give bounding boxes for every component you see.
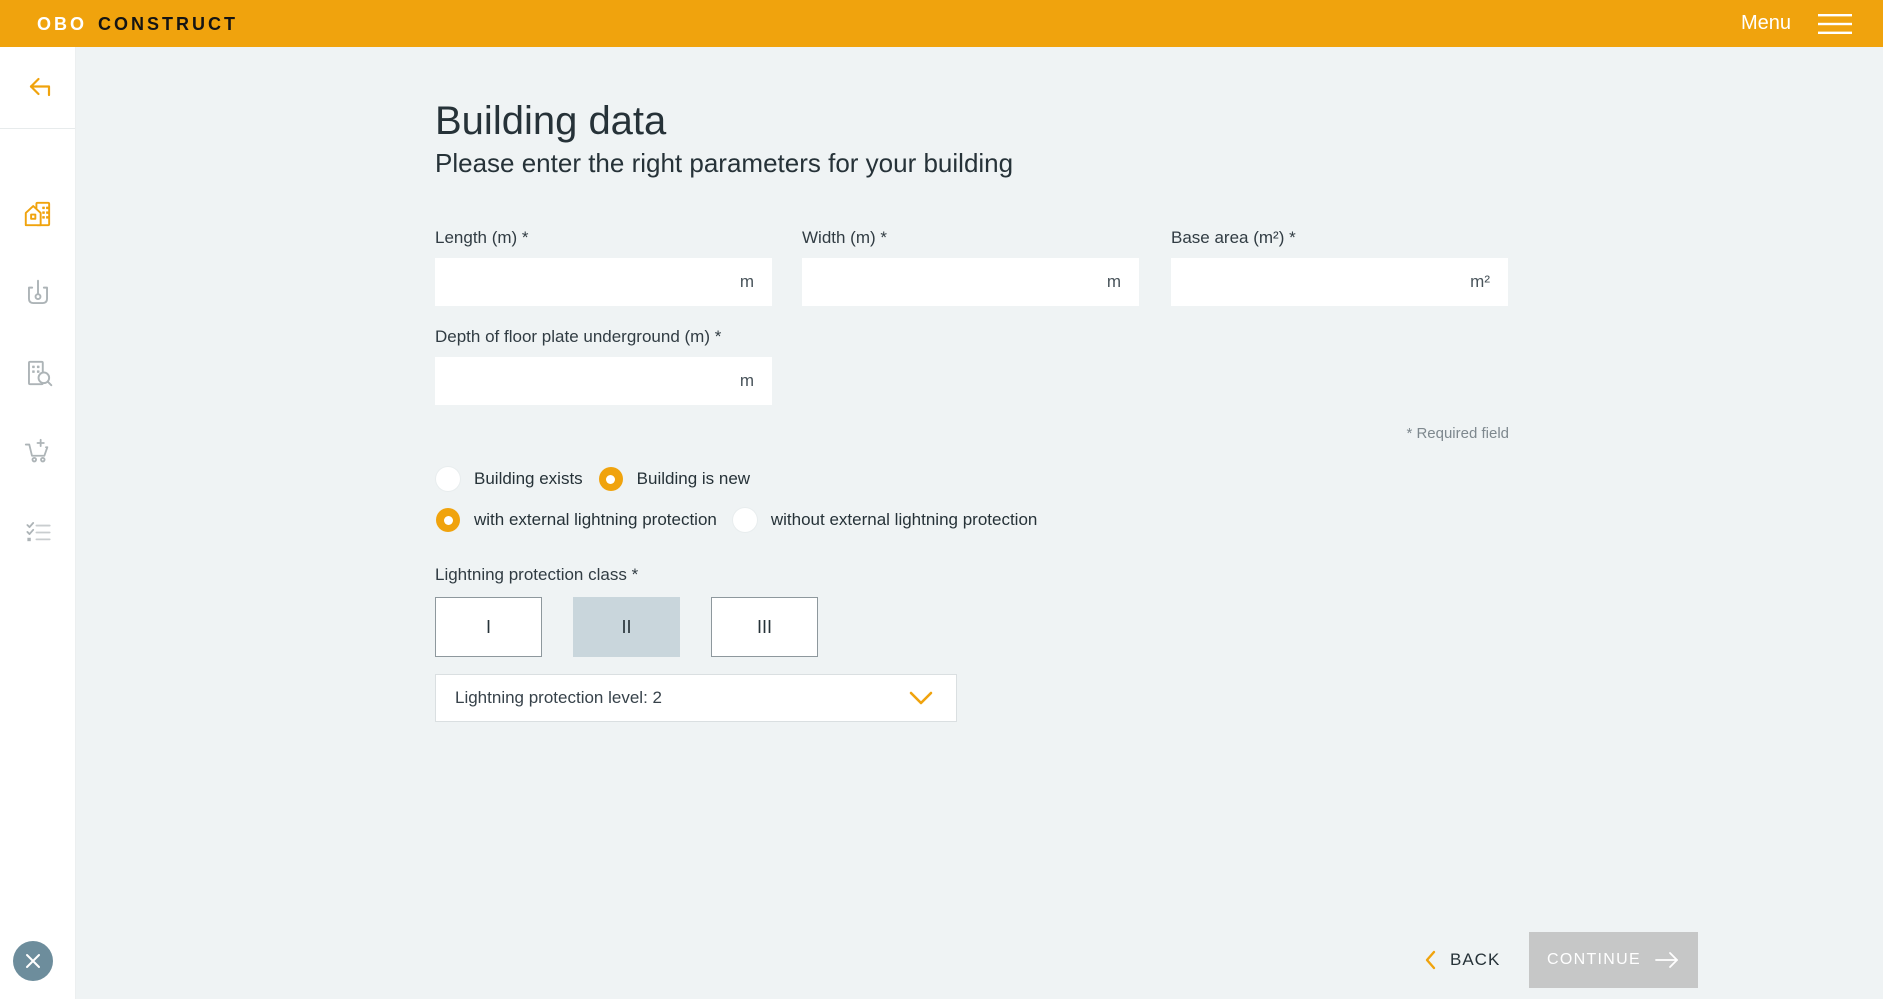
field-length: Length (m) * m — [435, 228, 772, 306]
radio-without-external-protection[interactable] — [733, 508, 757, 532]
radio-building-exists[interactable] — [436, 467, 460, 491]
hamburger-icon — [1817, 11, 1853, 37]
back-button-label: BACK — [1450, 950, 1500, 970]
continue-button[interactable]: CONTINUE — [1529, 932, 1698, 988]
arrow-right-icon — [1654, 951, 1680, 969]
radio-group-external-protection: with external lightning protection witho… — [436, 508, 1053, 532]
sidebar-divider — [0, 128, 75, 129]
protection-class-option-3[interactable]: III — [711, 597, 818, 657]
app-logo[interactable]: OBO CONSTRUCT — [37, 15, 238, 33]
logo-obo-text: OBO — [37, 15, 87, 33]
field-width: Width (m) * m — [802, 228, 1139, 306]
base-area-input[interactable] — [1171, 258, 1508, 306]
add-to-cart-icon — [21, 435, 55, 469]
radio-building-exists-label[interactable]: Building exists — [474, 469, 583, 489]
length-input[interactable] — [435, 258, 772, 306]
protection-level-value: Lightning protection level: 2 — [455, 688, 662, 708]
radio-building-is-new[interactable] — [599, 467, 623, 491]
width-label: Width (m) * — [802, 228, 1139, 248]
base-area-label: Base area (m²) * — [1171, 228, 1508, 248]
radio-with-external-protection-label[interactable]: with external lightning protection — [474, 510, 717, 530]
protection-level-dropdown[interactable]: Lightning protection level: 2 — [435, 674, 957, 722]
chevron-left-icon — [1423, 948, 1437, 972]
building-icon — [21, 197, 55, 231]
sidebar-item-building-data[interactable] — [14, 190, 62, 238]
field-base-area: Base area (m²) * m² — [1171, 228, 1508, 306]
depth-input[interactable] — [435, 357, 772, 405]
required-field-note: * Required field — [1406, 425, 1509, 442]
radio-group-building-state: Building exists Building is new — [436, 467, 766, 491]
width-input[interactable] — [802, 258, 1139, 306]
checklist-icon — [21, 516, 55, 550]
topbar: OBO CONSTRUCT Menu — [0, 0, 1883, 47]
menu-button[interactable]: Menu — [1741, 11, 1853, 37]
chevron-down-icon — [906, 687, 936, 709]
main-content: Building data Please enter the right par… — [75, 47, 1883, 999]
building-search-icon — [21, 356, 55, 390]
length-label: Length (m) * — [435, 228, 772, 248]
earthing-rod-icon — [21, 277, 55, 311]
sidebar-item-building-search[interactable] — [14, 349, 62, 397]
page-title: Building data — [435, 97, 666, 145]
radio-building-is-new-label[interactable]: Building is new — [637, 469, 750, 489]
continue-button-label: CONTINUE — [1547, 951, 1641, 969]
page-subtitle: Please enter the right parameters for yo… — [435, 147, 1013, 179]
protection-class-selector: I II III — [435, 597, 818, 657]
logo-construct-text: CONSTRUCT — [98, 15, 238, 33]
back-arrow-icon — [21, 69, 55, 103]
field-depth-underground: Depth of floor plate underground (m) * m — [435, 327, 772, 405]
back-nav-button[interactable] — [14, 62, 62, 110]
radio-with-external-protection[interactable] — [436, 508, 460, 532]
radio-without-external-protection-label[interactable]: without external lightning protection — [771, 510, 1038, 530]
sidebar-item-cart[interactable] — [14, 428, 62, 476]
menu-label: Menu — [1741, 12, 1791, 35]
depth-label: Depth of floor plate underground (m) * — [435, 327, 772, 347]
app-window: OBO CONSTRUCT Menu — [0, 0, 1883, 999]
back-button[interactable]: BACK — [1423, 936, 1500, 984]
protection-class-option-1[interactable]: I — [435, 597, 542, 657]
protection-class-option-2[interactable]: II — [573, 597, 680, 657]
protection-class-label: Lightning protection class * — [435, 565, 638, 585]
sidebar-item-checklist[interactable] — [14, 509, 62, 557]
sidebar — [0, 47, 76, 999]
close-icon — [23, 951, 43, 971]
close-button[interactable] — [13, 941, 53, 981]
sidebar-item-earthing[interactable] — [14, 270, 62, 318]
